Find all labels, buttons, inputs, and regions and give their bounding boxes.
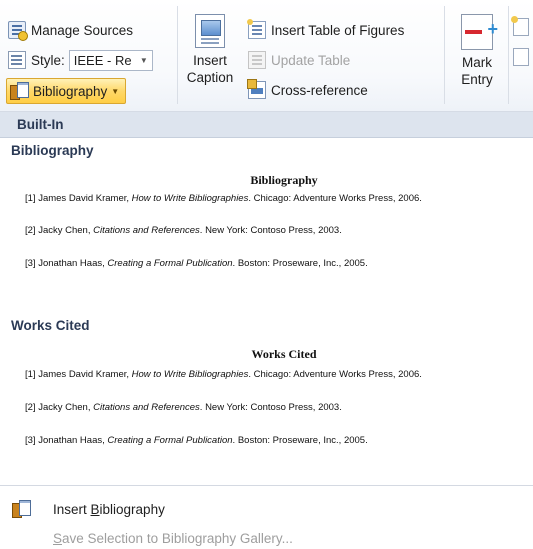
save-selection-menu-item[interactable]: Save Selection to Bibliography Gallery..… <box>0 524 533 549</box>
insert-table-of-figures-label: Insert Table of Figures <box>271 22 405 38</box>
cross-reference-label: Cross-reference <box>271 82 368 98</box>
group-separator <box>177 6 178 104</box>
update-table-button[interactable]: Update Table <box>248 48 350 72</box>
update-table-icon <box>248 51 266 69</box>
manage-sources-button[interactable]: Manage Sources <box>8 18 133 42</box>
preview-entry: [1] James David Kramer, How to Write Bib… <box>25 193 422 204</box>
preview-entry: [1] James David Kramer, How to Write Bib… <box>25 369 422 380</box>
mark-entry-icon <box>461 14 498 50</box>
mark-entry-button[interactable]: Mark Entry <box>452 14 502 88</box>
manage-sources-label: Manage Sources <box>31 22 134 38</box>
save-selection-label: Save Selection to Bibliography Gallery..… <box>53 530 293 546</box>
insert-caption-label-line2: Caption <box>186 70 234 85</box>
bibliography-icon <box>9 81 29 101</box>
update-index-icon[interactable] <box>513 48 529 66</box>
preview-entry: [2] Jacky Chen, Citations and References… <box>25 402 342 413</box>
bibliography-icon <box>11 499 31 519</box>
bibliography-label: Bibliography <box>33 83 108 99</box>
bibliography-button[interactable]: Bibliography ▼ <box>6 78 127 104</box>
chevron-down-icon: ▼ <box>111 86 120 96</box>
style-dropdown[interactable]: IEEE - Re ▼ <box>68 49 153 71</box>
bibliography-gallery: Built-In Bibliography Bibliography [1] J… <box>0 112 533 485</box>
style-label: Style: <box>31 52 65 68</box>
cross-reference-button[interactable]: Cross-reference <box>247 78 368 102</box>
preview-heading: Bibliography <box>250 173 318 187</box>
gallery-item-works-cited[interactable]: Works Cited [1] James David Kramer, How … <box>0 337 533 462</box>
gallery-item-title-bibliography: Bibliography <box>11 143 94 158</box>
insert-bibliography-menu-item[interactable]: Insert Bibliography <box>0 495 533 523</box>
group-separator <box>444 6 445 104</box>
mark-entry-label-line1: Mark <box>462 55 492 70</box>
preview-heading: Works Cited <box>251 347 317 361</box>
group-separator <box>508 6 509 104</box>
preview-entry: [3] Jonathan Haas, Creating a Formal Pub… <box>25 435 368 446</box>
preview-entry: [2] Jacky Chen, Citations and References… <box>25 225 342 236</box>
insert-bibliography-label: Insert Bibliography <box>53 501 165 517</box>
mark-entry-label-line2: Entry <box>461 72 493 87</box>
insert-bibliography-icon-wrap <box>0 499 44 519</box>
style-selector: Style: IEEE - Re ▼ <box>8 48 153 72</box>
chevron-down-icon: ▼ <box>139 55 148 65</box>
table-of-figures-icon <box>247 19 266 39</box>
style-dropdown-value: IEEE - Re <box>73 52 132 68</box>
insert-index-icon[interactable] <box>511 16 529 36</box>
insert-caption-icon <box>195 14 225 48</box>
insert-caption-button[interactable]: Insert Caption <box>180 14 240 86</box>
gallery-item-title-works-cited: Works Cited <box>11 318 90 333</box>
preview-entry: [3] Jonathan Haas, Creating a Formal Pub… <box>25 258 368 269</box>
insert-caption-label-line1: Insert <box>193 53 227 68</box>
manage-sources-icon <box>8 21 28 41</box>
insert-table-of-figures-button[interactable]: Insert Table of Figures <box>247 18 405 42</box>
style-icon <box>8 51 26 69</box>
references-ribbon: Manage Sources Style: IEEE - Re ▼ Biblio… <box>0 0 533 112</box>
cross-reference-icon <box>247 79 266 99</box>
built-in-section-header: Built-In <box>0 112 533 138</box>
update-table-label: Update Table <box>271 52 351 68</box>
menu-separator <box>0 485 533 486</box>
gallery-item-bibliography[interactable]: Bibliography [1] James David Kramer, How… <box>0 160 533 285</box>
